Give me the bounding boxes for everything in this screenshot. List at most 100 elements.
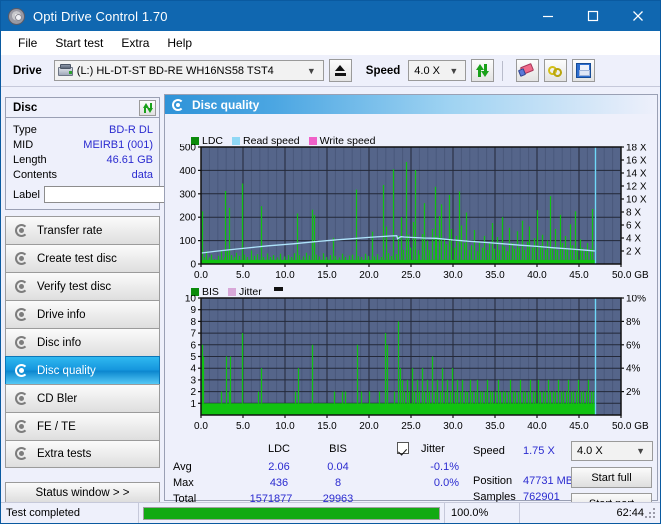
jitter-checkbox[interactable] bbox=[397, 442, 409, 457]
start-full-button[interactable]: Start full bbox=[571, 467, 652, 488]
elapsed-time: 62:44 bbox=[616, 507, 644, 519]
stats-row-max-label: Max bbox=[173, 477, 194, 489]
eject-button[interactable] bbox=[328, 59, 352, 82]
svg-text:4: 4 bbox=[190, 364, 196, 375]
menu-extra[interactable]: Extra bbox=[112, 34, 158, 52]
drive-icon bbox=[57, 64, 73, 77]
speed-select[interactable]: 4.0 X ▼ bbox=[408, 60, 467, 81]
resize-grip[interactable] bbox=[645, 508, 657, 520]
svg-text:8%: 8% bbox=[626, 317, 641, 328]
speed-stat-label: Speed bbox=[473, 445, 505, 457]
progress-fill bbox=[144, 507, 439, 519]
svg-text:2 X: 2 X bbox=[626, 247, 641, 258]
status-message: Test completed bbox=[1, 502, 139, 523]
scrollbar-handle[interactable] bbox=[273, 286, 283, 291]
speed-label: Speed bbox=[365, 64, 401, 77]
stats-header-bis: BIS bbox=[329, 443, 347, 455]
svg-text:3: 3 bbox=[190, 375, 196, 386]
eraser-icon bbox=[518, 63, 536, 77]
svg-text:400: 400 bbox=[179, 166, 196, 177]
sidebar-item-cd-bler[interactable]: CD Bler bbox=[5, 384, 160, 412]
save-button[interactable] bbox=[572, 59, 596, 82]
save-icon bbox=[576, 63, 592, 78]
chevron-down-icon: ▼ bbox=[449, 65, 459, 76]
disc-contents-value: data bbox=[131, 168, 153, 181]
svg-text:50.0 GB: 50.0 GB bbox=[612, 270, 649, 281]
svg-text:5.0: 5.0 bbox=[236, 421, 250, 432]
svg-text:45.0: 45.0 bbox=[569, 270, 589, 281]
ldc-chart-plot[interactable]: 0 100 200 300 400 500 2 X 4 X 6 X 8 X 10 X 12 X 14 X… bbox=[165, 144, 659, 284]
result-speed-select[interactable]: 4.0 X ▼ bbox=[571, 441, 653, 461]
svg-text:6%: 6% bbox=[626, 340, 641, 351]
position-value: 47731 MB bbox=[523, 475, 574, 487]
sidebar-item-extra-tests[interactable]: Extra tests bbox=[5, 440, 160, 468]
sidebar-item-disc-info[interactable]: Disc info bbox=[5, 328, 160, 356]
toolbar-divider bbox=[502, 60, 504, 81]
menu-help[interactable]: Help bbox=[158, 34, 201, 52]
sidebar-item-drive-info[interactable]: Drive info bbox=[5, 300, 160, 328]
bis-chart-plot[interactable]: 12345678910 2% 4% 6% 8% 10% 0.0 5.0 10.0 15.0 20.0… bbox=[165, 295, 659, 435]
disc-panel-title: Disc bbox=[13, 101, 38, 114]
svg-text:35.0: 35.0 bbox=[485, 270, 505, 281]
svg-text:6 X: 6 X bbox=[626, 221, 641, 232]
svg-text:9: 9 bbox=[190, 305, 196, 316]
svg-text:0.0: 0.0 bbox=[194, 270, 208, 281]
eject-icon bbox=[335, 65, 346, 72]
svg-text:50.0 GB: 50.0 GB bbox=[612, 421, 649, 432]
sidebar-item-create-test-disc[interactable]: Create test disc bbox=[5, 244, 160, 272]
minimize-button[interactable] bbox=[525, 1, 570, 31]
charts-area: LDC Read speed Write speed BIS Jitter 0 … bbox=[165, 114, 657, 519]
maximize-button[interactable] bbox=[570, 1, 615, 31]
disc-row-type: Type BD-R DL bbox=[13, 122, 153, 137]
svg-text:25.0: 25.0 bbox=[401, 421, 421, 432]
disc-length-label: Length bbox=[13, 153, 47, 166]
svg-text:1: 1 bbox=[190, 399, 196, 410]
erase-button[interactable] bbox=[516, 59, 540, 82]
disc-type-label: Type bbox=[13, 123, 37, 136]
svg-text:2: 2 bbox=[190, 387, 196, 398]
svg-text:500: 500 bbox=[179, 144, 196, 154]
sidebar-item-disc-quality[interactable]: Disc quality bbox=[5, 356, 160, 384]
stats-header-jitter: Jitter bbox=[421, 443, 445, 455]
svg-text:5: 5 bbox=[190, 352, 196, 363]
svg-text:5.0: 5.0 bbox=[236, 270, 250, 281]
disc-icon bbox=[14, 447, 29, 461]
status-window-button[interactable]: Status window > > bbox=[5, 482, 160, 504]
result-speed-value: 4.0 X bbox=[577, 445, 603, 457]
sidebar-item-verify-test-disc[interactable]: Verify test disc bbox=[5, 272, 160, 300]
menu-file[interactable]: File bbox=[9, 34, 46, 52]
chevron-down-icon: ▼ bbox=[636, 446, 645, 456]
window-title: Opti Drive Control 1.70 bbox=[33, 8, 168, 24]
sidebar-item-transfer-rate[interactable]: Transfer rate bbox=[5, 216, 160, 244]
svg-text:45.0: 45.0 bbox=[569, 421, 589, 432]
svg-text:4 X: 4 X bbox=[626, 234, 641, 245]
svg-text:10.0: 10.0 bbox=[275, 421, 295, 432]
svg-text:100: 100 bbox=[179, 236, 196, 247]
stats-max-ldc: 436 bbox=[269, 477, 289, 489]
menu-bar: File Start test Extra Help bbox=[1, 31, 660, 55]
checkbox-icon bbox=[397, 442, 409, 454]
svg-text:0: 0 bbox=[190, 260, 196, 271]
key-button[interactable] bbox=[544, 59, 568, 82]
svg-text:10 X: 10 X bbox=[626, 195, 647, 206]
disc-mid-label: MID bbox=[13, 138, 34, 151]
svg-text:18 X: 18 X bbox=[626, 144, 647, 154]
close-button[interactable] bbox=[615, 1, 660, 31]
sidebar-item-label: CD Bler bbox=[37, 392, 78, 405]
svg-text:0.0: 0.0 bbox=[194, 421, 208, 432]
disc-length-value: 46.61 GB bbox=[106, 153, 153, 166]
disc-refresh-button[interactable] bbox=[139, 99, 156, 116]
disc-properties: Type BD-R DL MID MEIRB1 (001) Length 46.… bbox=[6, 118, 233, 209]
disc-icon bbox=[14, 307, 29, 322]
menu-start-test[interactable]: Start test bbox=[46, 34, 112, 52]
drive-select[interactable]: (L:) HL-DT-ST BD-RE WH16NS58 TST4 ▼ bbox=[53, 60, 324, 81]
sidebar-nav: Transfer rate Create test disc Verify te… bbox=[5, 216, 160, 468]
disc-label-label: Label bbox=[13, 188, 40, 201]
disc-type-value: BD-R DL bbox=[108, 123, 153, 136]
speed-stat-value: 1.75 X bbox=[523, 445, 555, 457]
svg-text:4%: 4% bbox=[626, 364, 641, 375]
stats-avg-jitter: -0.1% bbox=[430, 461, 459, 473]
refresh-icon bbox=[475, 63, 490, 78]
refresh-button[interactable] bbox=[471, 59, 495, 82]
sidebar-item-fe-te[interactable]: FE / TE bbox=[5, 412, 160, 440]
